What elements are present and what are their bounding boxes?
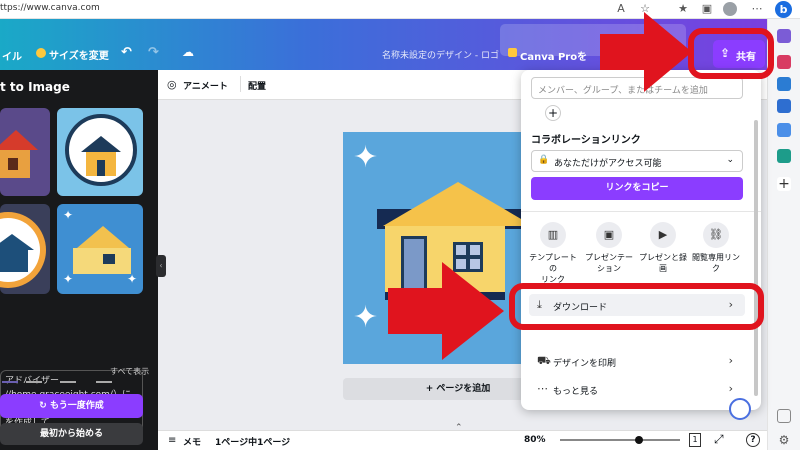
sparkle-decoration: ✦: [353, 140, 379, 175]
collections-icon[interactable]: ▣: [700, 2, 714, 16]
resize-button[interactable]: サイズを変更: [49, 47, 109, 62]
sidebar-add-icon[interactable]: +: [777, 177, 791, 191]
option-label: 閲覧専用リンク: [692, 253, 740, 273]
sidebar-outlook-icon[interactable]: [777, 99, 791, 113]
notes-button[interactable]: メモ: [183, 435, 201, 448]
generated-image-3[interactable]: [0, 204, 50, 294]
more-menu-icon[interactable]: ⋯: [750, 2, 764, 16]
generated-image-1[interactable]: [0, 108, 50, 196]
present-record-option[interactable]: ▶ プレゼンと録画: [637, 222, 689, 274]
copy-link-button[interactable]: リンクをコピー: [531, 177, 743, 200]
crown-icon: [508, 48, 517, 57]
record-icon: ▶: [650, 222, 676, 248]
zoom-slider-track[interactable]: [560, 439, 680, 441]
sidebar-settings-icon[interactable]: ⚙: [777, 433, 791, 447]
editor-footer: ≡ メモ 1ページ中1ページ 80% 1 ⤢ ?: [158, 430, 767, 450]
profile-avatar[interactable]: [723, 2, 737, 16]
panel-title: t to Image: [0, 80, 70, 94]
zoom-slider-knob[interactable]: [635, 436, 643, 444]
bing-copilot-icon[interactable]: b: [775, 1, 792, 18]
lock-icon: 🔒: [538, 155, 550, 165]
animate-button[interactable]: アニメート: [183, 79, 228, 92]
notes-icon: ≡: [168, 435, 177, 446]
sidebar-games-icon[interactable]: [777, 123, 791, 137]
canva-pro-label: Canva Proを: [520, 52, 588, 63]
chevron-down-icon: ⌄: [726, 155, 734, 165]
sidebar-shopping-icon[interactable]: [777, 55, 791, 69]
present-icon: ▣: [596, 222, 622, 248]
sparkle-decoration: ✦: [353, 300, 379, 335]
chevron-right-icon: ›: [728, 382, 733, 395]
fullscreen-icon[interactable]: ⤢: [714, 432, 724, 447]
redo-icon[interactable]: ↷: [148, 45, 159, 60]
see-more-row[interactable]: ⋯ もっと見る ›: [529, 378, 745, 400]
generated-image-2[interactable]: [57, 108, 143, 196]
chevron-right-icon: ›: [728, 354, 733, 367]
text-to-image-panel: t to Image ✦ ✦ ✦ アドバイザー //home.graceeigh…: [0, 70, 158, 450]
template-link-option[interactable]: ▥ テンプレートの リンク: [527, 222, 579, 285]
style-strip: [0, 381, 143, 387]
view-only-link-option[interactable]: ⛓ 閲覧専用リンク: [690, 222, 742, 274]
crown-icon: [36, 48, 46, 58]
collab-link-label: コラボレーションリンク: [531, 135, 641, 146]
url-text[interactable]: ttps://www.canva.com: [0, 3, 100, 13]
more-dots-icon: ⋯: [537, 382, 548, 395]
popup-divider: [521, 211, 761, 212]
template-icon: ▥: [540, 222, 566, 248]
access-value: あなただけがアクセス可能: [554, 159, 662, 169]
add-member-plus-icon[interactable]: +: [545, 105, 561, 121]
start-over-button[interactable]: 最初から始める: [0, 423, 143, 445]
animate-icon: ◎: [167, 78, 177, 91]
page-count-badge[interactable]: 1: [689, 433, 701, 447]
sidebar-drop-icon[interactable]: [777, 149, 791, 163]
sidebar-search-icon[interactable]: [777, 29, 791, 43]
regenerate-label: もう一度作成: [49, 401, 104, 411]
show-all-link[interactable]: すべて表示: [110, 366, 149, 377]
generated-image-4[interactable]: ✦ ✦ ✦: [57, 204, 143, 294]
option-label: テンプレートの: [529, 253, 577, 273]
sidebar-layout-icon[interactable]: [777, 409, 791, 423]
help-button[interactable]: ?: [746, 433, 760, 447]
zoom-level: 80%: [524, 435, 546, 445]
browser-sidebar: + ⚙: [767, 19, 800, 450]
print-label: デザインを印刷: [553, 359, 617, 369]
print-design-row[interactable]: ⛟ デザインを印刷 ›: [529, 350, 745, 372]
page-counter: 1ページ中1ページ: [215, 438, 291, 448]
regenerate-button[interactable]: ↻ もう一度作成: [0, 394, 143, 418]
red-arrow-annotation: [600, 12, 692, 92]
assistant-fab[interactable]: [729, 398, 751, 420]
refresh-icon: ↻: [39, 401, 50, 411]
house-roof: [383, 182, 523, 226]
option-label: プレゼンテーション: [585, 253, 633, 273]
toolbar-divider: [240, 76, 241, 92]
download-highlight-box: [509, 283, 764, 330]
access-dropdown[interactable]: 🔒 あなただけがアクセス可能 ⌄: [531, 150, 743, 172]
link-icon: ⛓: [703, 222, 729, 248]
share-highlight-box: [688, 28, 774, 79]
popup-scrollbar[interactable]: [754, 120, 758, 396]
position-button[interactable]: 配置: [248, 79, 266, 92]
collapse-panel-handle[interactable]: ‹: [156, 255, 166, 277]
truck-icon: ⛟: [537, 354, 551, 367]
undo-icon[interactable]: ↶: [121, 45, 132, 60]
sidebar-tools-icon[interactable]: [777, 77, 791, 91]
option-label: プレゼンと録画: [639, 253, 687, 273]
red-arrow-annotation: [388, 262, 504, 360]
file-menu[interactable]: イル: [2, 48, 22, 63]
more-label: もっと見る: [553, 387, 599, 397]
presentation-option[interactable]: ▣ プレゼンテーション: [583, 222, 635, 274]
cloud-save-icon: ☁: [182, 45, 194, 59]
document-title[interactable]: 名称未設定のデザイン - ロゴ: [382, 48, 499, 61]
